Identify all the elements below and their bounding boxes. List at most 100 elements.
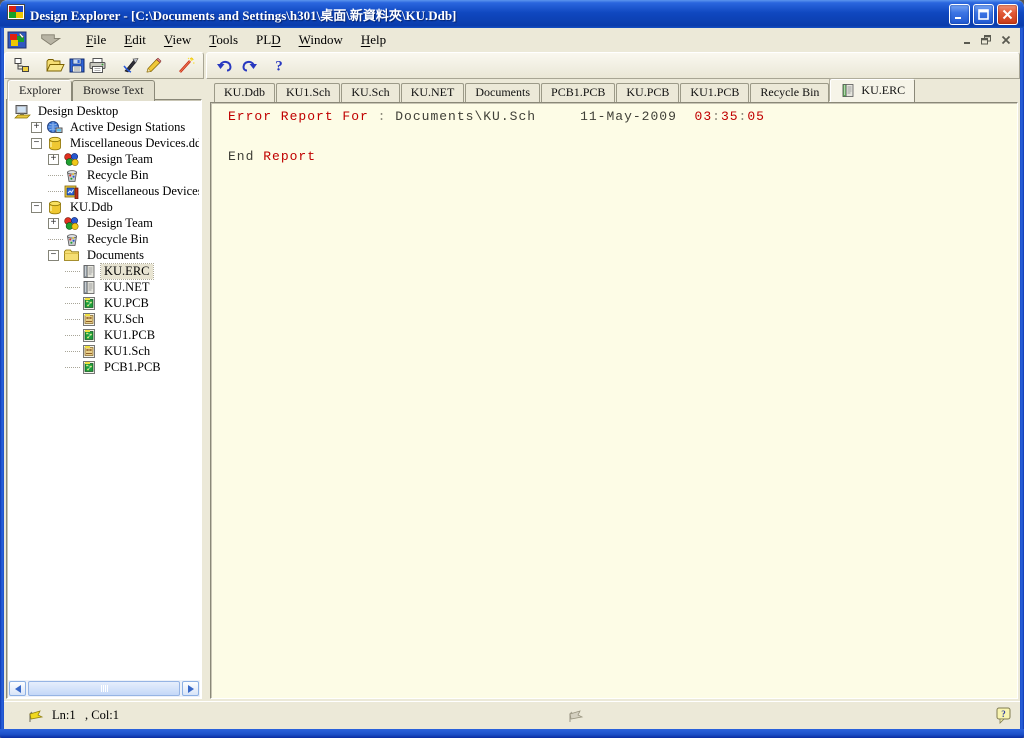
doc-tab-ku-erc[interactable]: KU.ERC [830,79,915,102]
collapse-toggle-icon[interactable]: − [48,250,59,261]
doc-tab-ku-pcb[interactable]: KU.PCB [616,83,679,102]
tree-connector [65,271,80,272]
tree-node-ku1-sch[interactable]: KU1.Sch [9,343,199,359]
menu-item-window[interactable]: Window [290,30,352,50]
doc-tab-ku1-sch[interactable]: KU1.Sch [276,83,340,102]
tree-node-miscellaneous-devices-ddb[interactable]: − Miscellaneous Devices.ddb [9,135,199,151]
tree-connector [48,191,63,192]
doc-tab-label: PCB1.PCB [551,85,605,100]
editor-line: Error Report For : Documents\KU.Sch 11-M… [228,107,1017,127]
expand-toggle-icon[interactable]: + [48,218,59,229]
tree-node-ku1-pcb[interactable]: KU1.PCB [9,327,199,343]
menu-item-edit[interactable]: Edit [115,30,155,50]
menubar: FileEditViewToolsPLDWindowHelp [4,28,1020,52]
tree-node-ku-sch[interactable]: KU.Sch [9,311,199,327]
error-report-editor[interactable]: Error Report For : Documents\KU.Sch 11-M… [210,102,1018,699]
window-frame-bottom [0,729,1024,738]
editor-line [228,127,1017,147]
mdi-minimize-button[interactable] [959,33,976,48]
tree-node-miscellaneous-devices-lib[interactable]: Miscellaneous Devices.lib [9,183,199,199]
tree-label: Design Team [84,216,156,231]
print-button[interactable] [87,55,108,77]
doc-tab-label: KU.Sch [351,85,389,100]
doc-tab-ku1-pcb[interactable]: KU1.PCB [680,83,749,102]
scroll-left-button[interactable] [9,681,26,696]
tree-node-recycle-bin[interactable]: Recycle Bin [9,167,199,183]
maximize-button[interactable] [973,4,994,25]
save-button[interactable] [66,55,87,77]
mdi-restore-button[interactable] [978,33,995,48]
team-icon [63,216,80,231]
panel-tab-browse-text[interactable]: Browse Text [72,80,155,101]
mdi-close-button[interactable] [997,33,1014,48]
tree-connector [48,175,63,176]
text-segment: Documents\KU.Sch [395,109,536,124]
menu-item-help[interactable]: Help [352,30,395,50]
redo-button[interactable] [237,55,261,77]
tree-label: KU.PCB [101,296,152,311]
doc-tab-recycle-bin[interactable]: Recycle Bin [750,83,829,102]
tree-node-pcb1-pcb[interactable]: PCB1.PCB [9,359,199,375]
tree-connector [65,303,80,304]
tree-node-design-desktop[interactable]: Design Desktop [9,103,199,119]
open-document-button[interactable] [44,55,65,77]
tree-node-design-team[interactable]: + Design Team [9,215,199,231]
window-title: Design Explorer - [C:\Documents and Sett… [30,5,946,24]
tree-node-active-design-stations[interactable]: +Active Design Stations [9,119,199,135]
explorer-toggle-button[interactable] [11,55,32,77]
doc-tab-ku-ddb[interactable]: KU.Ddb [214,83,275,102]
help-balloon-icon[interactable]: ? [996,707,1012,724]
panel-tab-explorer[interactable]: Explorer [8,80,72,101]
expand-toggle-icon[interactable]: + [31,122,42,133]
tree-node-design-team[interactable]: + Design Team [9,151,199,167]
toolbar-edit-group: ? [206,52,1020,79]
scroll-thumb[interactable] [28,681,180,696]
help-button[interactable]: ? [267,55,291,77]
tree-label: Design Team [84,152,156,167]
tree-node-documents[interactable]: −Documents [9,247,199,263]
doc-tab-ku-net[interactable]: KU.NET [401,83,465,102]
menu-item-tools[interactable]: Tools [200,30,247,50]
menu-item-view[interactable]: View [155,30,200,50]
doc-tab-ku-sch[interactable]: KU.Sch [341,83,399,102]
redo-icon [239,58,259,74]
horizontal-scrollbar[interactable] [8,680,200,697]
tree-node-ku-pcb[interactable]: KU.PCB [9,295,199,311]
knife-button[interactable] [121,55,142,77]
desktop-icon [14,104,31,119]
menu-item-file[interactable]: File [77,30,115,50]
collapse-toggle-icon[interactable]: − [31,202,42,213]
design-tree: Design Desktop+Active Design Stations − Mi… [9,103,199,678]
tree-node-ku-ddb[interactable]: −KU.Ddb [9,199,199,215]
scroll-grip-icon [101,685,108,692]
doc-tab-documents[interactable]: Documents [465,83,540,102]
schdoc-icon [80,312,97,327]
help-icon: ? [272,57,286,74]
menubar-app-icon[interactable] [7,31,27,49]
window-frame-left [0,28,4,738]
textdoc-icon [80,264,97,279]
undo-button[interactable] [213,55,237,77]
scroll-left-arrow-icon [15,685,21,693]
minimize-button[interactable] [949,4,970,25]
magic-wand-button[interactable] [176,55,197,77]
close-button[interactable] [997,4,1018,25]
tree-label: KU1.Sch [101,344,153,359]
menu-item-pld[interactable]: PLD [247,30,290,50]
doc-tab-pcb1-pcb[interactable]: PCB1.PCB [541,83,615,102]
tree-label: Miscellaneous Devices.ddb [67,136,199,151]
collapse-toggle-icon[interactable]: − [31,138,42,149]
doc-tab-label: KU.ERC [861,83,905,98]
tree-node-recycle-bin[interactable]: Recycle Bin [9,231,199,247]
expand-toggle-icon[interactable]: + [48,154,59,165]
tree-node-ku-erc[interactable]: KU.ERC [9,263,199,279]
menu-pulldown-arrow-icon[interactable] [35,31,69,49]
explorer-panel: ExplorerBrowse Text Design Desktop+Activ… [4,79,206,701]
scroll-right-button[interactable] [182,681,199,696]
document-panel: KU.DdbKU1.Sch KU.Sch KU.NETDocuments PCB1.P… [208,79,1020,701]
text-segment: Error Report For [228,109,369,124]
pencil-icon [143,57,162,74]
pencil-button[interactable] [142,55,163,77]
tree-node-ku-net[interactable]: KU.NET [9,279,199,295]
mdi-controls [957,33,1014,48]
